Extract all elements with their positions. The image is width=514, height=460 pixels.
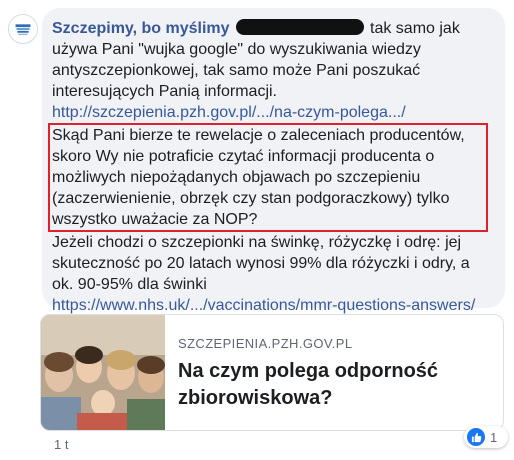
- redacted-name: [235, 19, 364, 35]
- highlight-box: Skąd Pani bierze te rewelacje o zaleceni…: [48, 123, 488, 232]
- comment-line: używa Pani "wujka google" do wyszukiwani…: [52, 41, 421, 58]
- comment-header-line: Szczepimy, bo myślimy tak samo jak: [52, 18, 491, 39]
- page-avatar[interactable]: [8, 14, 38, 44]
- highlighted-line: Skąd Pani bierze te rewelacje o zaleceni…: [52, 127, 465, 144]
- reaction-count: 1: [490, 429, 498, 445]
- comment-author[interactable]: Szczepimy, bo myślimy: [52, 20, 230, 37]
- comment-line: interesujących Panią informacji.: [52, 83, 277, 100]
- comment-line: ok. 90-95% dla świnki: [52, 276, 207, 293]
- comment-line: Jeżeli chodzi o szczepionki na świnkę, r…: [52, 234, 462, 251]
- comment-line: antyszczepionkowej, tak samo może Pani p…: [52, 62, 421, 79]
- highlighted-line: możliwych niepożądanych objawach po szcz…: [52, 169, 421, 186]
- comment-link-nhs[interactable]: https://www.nhs.uk/.../vaccinations/mmr-…: [52, 295, 491, 316]
- comment-timestamp[interactable]: 1 t: [54, 437, 68, 452]
- page-logo-icon: [9, 15, 37, 43]
- link-preview-title[interactable]: Na czym polega odporność zbiorowiskowa?: [178, 358, 488, 412]
- link-preview-image: [41, 315, 165, 430]
- comment-bubble: Szczepimy, bo myślimy tak samo jak używa…: [42, 8, 505, 314]
- thumbs-up-icon: [467, 428, 485, 446]
- highlighted-line: (zaczerwienienie, obrzęk czy stan podgor…: [52, 190, 450, 207]
- comment-intro-tail: tak samo jak: [370, 20, 460, 37]
- link-preview-card[interactable]: SZCZEPIENIA.PZH.GOV.PL Na czym polega od…: [40, 314, 504, 431]
- reactions-summary[interactable]: 1: [464, 426, 508, 448]
- highlighted-line: skoro Wy nie potraficie czytać informacj…: [52, 148, 435, 165]
- link-preview-domain: SZCZEPIENIA.PZH.GOV.PL: [178, 336, 353, 351]
- comment-link-pzh[interactable]: http://szczepienia.pzh.gov.pl/.../na-czy…: [52, 102, 491, 123]
- highlighted-line: wszystko uważacie za NOP?: [52, 211, 258, 228]
- comment-line: skuteczność po 20 latach wynosi 99% dla …: [52, 255, 470, 272]
